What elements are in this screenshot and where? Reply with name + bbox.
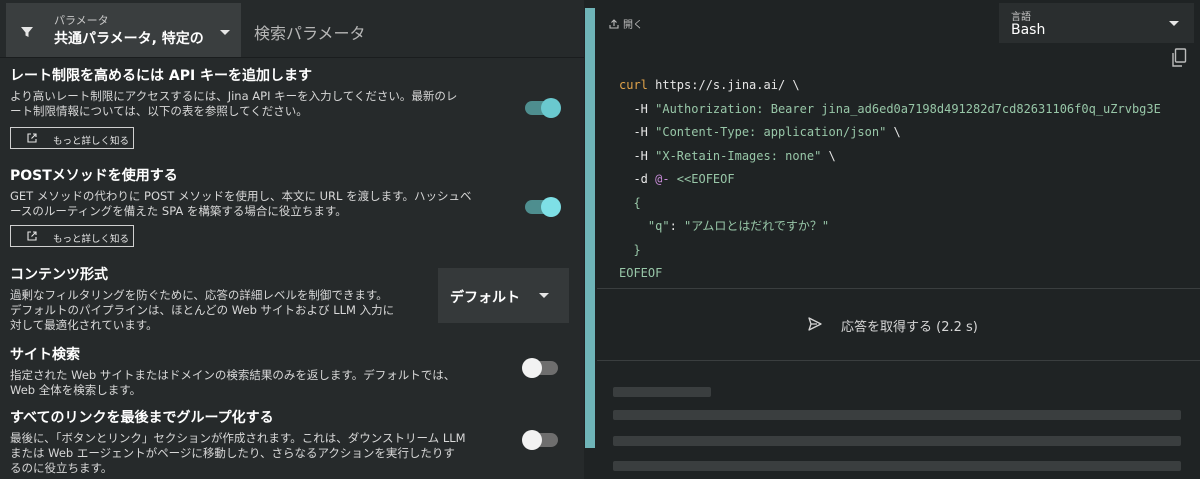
code-line: { <box>619 195 641 210</box>
code-token: https://s.jina.ai/ \ <box>647 78 800 92</box>
setting-title: レート制限を高めるには API キーを追加します <box>10 68 313 84</box>
external-link-icon <box>27 133 37 143</box>
code-line: -d @- <<EOFEOF <box>619 168 1194 192</box>
code-token: -H <box>619 148 656 163</box>
code-token: "X-Retain-Images: none" <box>655 148 822 163</box>
desc-line: より高いレート制限にアクセスするには、Jina API キーを入力してください。… <box>10 89 458 103</box>
chevron-down-icon <box>220 30 230 35</box>
code-token: "Content-Type: application/json" <box>655 125 887 139</box>
desc-line: 対して最適化されています。 <box>10 318 158 332</box>
setting-post-method: POSTメソッドを使用する GET メソッドの代わりに POST メソッドを使用… <box>10 165 471 219</box>
desc-line: デフォルトのパイプラインは、ほとんどの Web サイトおよび LLM 入力に <box>10 303 395 317</box>
desc-line: 指定された Web サイトまたはドメインの検索結果のみを返します。デフォルトでは… <box>10 368 456 382</box>
desc-line: ート制限情報については、以下の表を参照してください。 <box>10 104 308 118</box>
code-token: "アムロとはだれですか？" <box>684 219 830 233</box>
code-token: "q" <box>619 219 670 233</box>
api-key-toggle[interactable] <box>525 98 561 118</box>
open-button[interactable]: 開く <box>609 16 643 31</box>
send-request-label: 応答を取得する (2.2 s) <box>841 320 978 335</box>
setting-description: 最後に、「ボタンとリンク」セクションが作成されます。これは、ダウンストリーム L… <box>10 431 466 476</box>
code-line: "q": "アムロとはだれですか？" <box>619 215 1194 239</box>
code-token: : <box>669 219 685 233</box>
code-token: "Authorization: Bearer jina_ad6ed0a7198d… <box>655 101 1161 116</box>
settings-panel: パラメータ 共通パラメータ, 特定の 検索パラメータ レート制限を高めるには A… <box>0 0 584 479</box>
desc-line: Web 全体を検索します。 <box>10 383 142 397</box>
code-token: @- <box>655 172 670 186</box>
setting-api-key: レート制限を高めるには API キーを追加します より高いレート制限にアクセスす… <box>10 65 457 119</box>
scrollbar[interactable] <box>585 8 595 448</box>
learn-more-label: もっと詳しく知る <box>53 136 130 147</box>
code-token: -H <box>619 125 656 139</box>
loading-placeholder <box>613 461 1181 471</box>
toggle-knob <box>522 430 542 450</box>
code-token: -d <box>619 172 656 186</box>
language-select[interactable]: 言語 Bash <box>999 3 1194 43</box>
language-select-value: Bash <box>1011 22 1046 38</box>
setting-title: コンテンツ形式 <box>10 267 108 283</box>
setting-title: すべてのリンクを最後までグループ化する <box>10 410 274 426</box>
open-label: 開く <box>623 20 643 31</box>
parameter-select-value: 共通パラメータ, 特定の <box>54 31 204 47</box>
group-links-toggle[interactable] <box>522 430 558 450</box>
code-token: \ <box>821 148 836 163</box>
loading-placeholder <box>613 410 1181 420</box>
code-token: curl <box>619 78 648 92</box>
code-line: EOFEOF <box>619 266 663 280</box>
language-select-label: 言語 <box>1011 12 1031 23</box>
toggle-knob <box>541 197 561 217</box>
code-panel: 開く 言語 Bash curl https://s.jina.ai/ \ -H … <box>597 0 1200 479</box>
site-search-toggle[interactable] <box>522 358 558 378</box>
setting-title: サイト検索 <box>10 347 80 363</box>
setting-description: より高いレート制限にアクセスするには、Jina API キーを入力してください。… <box>10 89 457 119</box>
setting-group-links: すべてのリンクを最後までグループ化する 最後に、「ボタンとリンク」セクションが作… <box>10 407 466 476</box>
parameter-select-label: パラメータ <box>54 14 109 27</box>
post-method-toggle[interactable] <box>525 197 561 217</box>
code-token: \ <box>886 125 901 139</box>
setting-content-format: コンテンツ形式 過剰なフィルタリングを防ぐために、応答の詳細レベルを制御できます… <box>10 264 394 333</box>
code-line: curl https://s.jina.ai/ \ <box>619 74 1194 98</box>
copy-icon[interactable] <box>1171 48 1187 68</box>
desc-line: 最後に、「ボタンとリンク」セクションが作成されます。これは、ダウンストリーム L… <box>10 431 466 445</box>
loading-placeholder <box>613 387 711 397</box>
parameter-select[interactable]: パラメータ 共通パラメータ, 特定の <box>6 3 241 57</box>
content-format-value: デフォルト <box>450 290 520 306</box>
learn-more-label: もっと詳しく知る <box>53 234 130 245</box>
setting-description: GET メソッドの代わりに POST メソッドを使用し、本文に URL を渡しま… <box>10 189 471 219</box>
setting-description: 指定された Web サイトまたはドメインの検索結果のみを返します。デフォルトでは… <box>10 368 455 398</box>
divider <box>597 360 1200 361</box>
desc-line: GET メソッドの代わりに POST メソッドを使用し、本文に URL を渡しま… <box>10 189 472 203</box>
panel-header: パラメータ 共通パラメータ, 特定の 検索パラメータ <box>0 0 584 58</box>
code-line: -H "Content-Type: application/json" \ <box>619 121 1194 145</box>
setting-description: 過剰なフィルタリングを防ぐために、応答の詳細レベルを制御できます。 デフォルトの… <box>10 288 394 333</box>
code-line: -H "Authorization: Bearer jina_ad6ed0a71… <box>619 98 1194 122</box>
chevron-down-icon <box>1169 21 1179 26</box>
code-block: curl https://s.jina.ai/ \ -H "Authorizat… <box>619 74 1194 286</box>
loading-placeholder <box>613 436 1181 446</box>
desc-line: 過剰なフィルタリングを防ぐために、応答の詳細レベルを制御できます。 <box>10 288 388 302</box>
upload-icon <box>609 19 619 29</box>
code-line: } <box>619 242 641 257</box>
tab-search-parameters[interactable]: 検索パラメータ <box>254 20 366 44</box>
content-format-select[interactable]: デフォルト <box>438 268 569 323</box>
setting-title: POSTメソッドを使用する <box>10 168 178 184</box>
desc-line: または Web エージェントがページに移動したり、さらなるアクションを実行したり… <box>10 446 455 460</box>
code-token: -H <box>619 101 656 116</box>
divider <box>597 288 1200 289</box>
send-icon <box>808 317 822 331</box>
setting-site-search: サイト検索 指定された Web サイトまたはドメインの検索結果のみを返します。デ… <box>10 344 455 398</box>
filter-icon <box>21 27 33 37</box>
learn-more-button[interactable]: もっと詳しく知る <box>10 225 134 247</box>
toggle-knob <box>541 98 561 118</box>
desc-line: ースのルーティングを備えた SPA を構築する場合に役立ちます。 <box>10 204 347 218</box>
desc-line: るのに役立ちます。 <box>10 461 113 475</box>
code-line: -H "X-Retain-Images: none" \ <box>619 145 1194 169</box>
chevron-down-icon <box>539 293 549 298</box>
external-link-icon <box>27 231 37 241</box>
learn-more-button[interactable]: もっと詳しく知る <box>10 127 134 149</box>
code-token: <<EOFEOF <box>669 172 735 186</box>
toggle-knob <box>522 358 542 378</box>
